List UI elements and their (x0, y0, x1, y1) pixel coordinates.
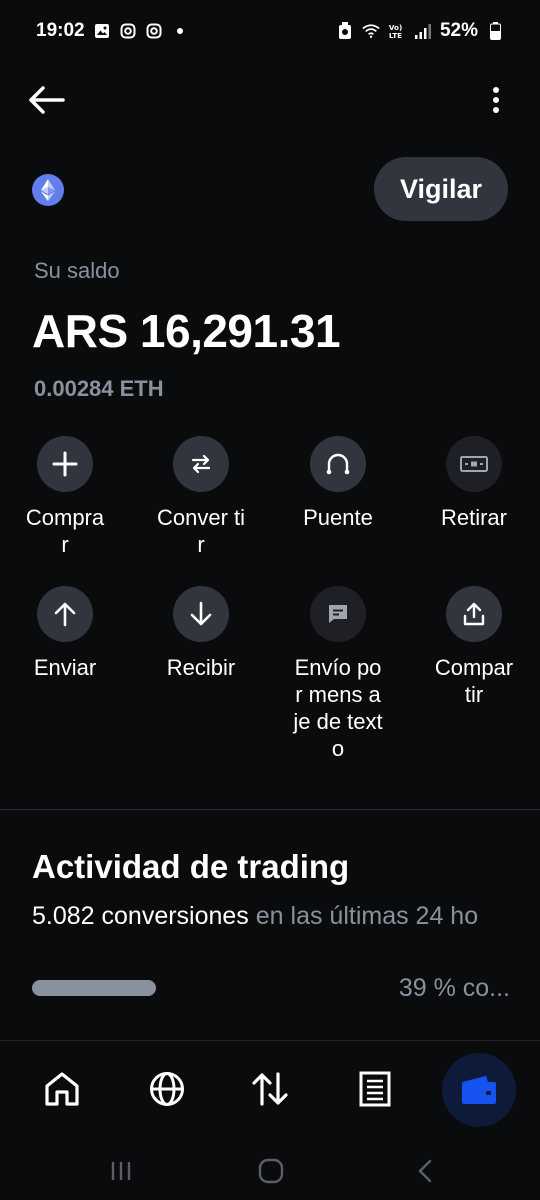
balance-crypto: 0.00284 ETH (34, 376, 164, 401)
home-system-button[interactable] (256, 1156, 286, 1186)
nav-wallet[interactable] (442, 1053, 516, 1127)
share-button[interactable] (446, 586, 502, 642)
trading-conversions-count: 5.082 conversiones (32, 902, 249, 930)
status-time: 19:02 (36, 20, 85, 41)
plus-icon (52, 451, 78, 477)
more-options-button[interactable] (480, 78, 512, 122)
wifi-icon (362, 22, 380, 40)
top-bar (0, 70, 540, 130)
back-button[interactable] (22, 76, 70, 124)
share-icon (463, 602, 485, 626)
withdraw-action[interactable]: Retirar (406, 436, 540, 531)
receive-label: Recibir (166, 655, 236, 680)
send-action[interactable]: Enviar (0, 586, 133, 681)
nav-activity[interactable] (345, 1059, 405, 1119)
withdraw-label: Retirar (440, 505, 507, 530)
message-icon (329, 605, 347, 623)
chevron-left-icon (418, 1159, 432, 1183)
sms-send-action[interactable]: Envío por mens aje de texto (270, 586, 406, 762)
convert-icon (191, 454, 211, 474)
bridge-button[interactable] (310, 436, 366, 492)
nav-trade[interactable] (240, 1059, 300, 1119)
battery-percent: 52% (439, 20, 478, 41)
bridge-label: Puente (303, 505, 373, 530)
bridge-icon (326, 453, 350, 475)
sms-send-label: Envío por mens aje de texto (293, 655, 383, 761)
recent-apps-button[interactable] (106, 1156, 136, 1186)
status-right: Vo) LTE 52% (336, 20, 504, 42)
withdraw-button[interactable] (446, 436, 502, 492)
recent-apps-icon (111, 1162, 131, 1180)
buy-action[interactable]: Compra r (0, 436, 133, 558)
convert-button[interactable] (173, 436, 229, 492)
share-label: Compar tir (434, 655, 514, 707)
globe-icon (150, 1072, 184, 1106)
arrow-left-icon (29, 86, 65, 114)
balance-label: Su saldo (34, 258, 120, 283)
share-action[interactable]: Compar tir (406, 586, 540, 708)
home-circle-icon (258, 1158, 284, 1184)
battery-icon (486, 22, 504, 40)
volte-icon: Vo) LTE (388, 22, 406, 40)
balance-value: ARS 16,291.31 (32, 305, 341, 357)
trading-period: en las últimas 24 ho (248, 902, 479, 930)
image-icon (93, 22, 111, 40)
cash-icon (460, 456, 488, 472)
convert-action[interactable]: Conver tir (133, 436, 269, 558)
trading-progress-bar (32, 980, 156, 996)
send-label: Enviar (33, 655, 97, 680)
nav-explore[interactable] (137, 1059, 197, 1119)
sms-send-button[interactable] (310, 586, 366, 642)
instagram-icon (145, 22, 163, 40)
arrow-down-icon (190, 601, 212, 626)
document-icon (359, 1071, 391, 1107)
more-vertical-icon (493, 87, 499, 113)
trading-progress-label: 39 % co... (398, 974, 510, 1002)
status-left: 19:02 (36, 20, 183, 42)
instagram-icon (119, 22, 137, 40)
arrow-up-icon (54, 602, 76, 627)
bridge-action[interactable]: Puente (270, 436, 406, 531)
bottom-nav (0, 1040, 540, 1140)
notification-dot (176, 28, 183, 34)
receive-button[interactable] (173, 586, 229, 642)
nfc-icon (336, 22, 354, 40)
section-divider (0, 809, 540, 810)
watch-button[interactable]: Vigilar (374, 157, 508, 221)
trading-activity-title: Actividad de trading (32, 848, 350, 885)
status-bar: 19:02 Vo) LTE 52% (0, 0, 540, 62)
trading-activity-subtitle: 5.082 conversiones en las últimas 24 ho (32, 902, 540, 931)
buy-button[interactable] (37, 436, 93, 492)
swap-vertical-icon (252, 1072, 288, 1106)
svg-text:LTE: LTE (389, 31, 402, 40)
ethereum-icon (32, 174, 64, 206)
buy-label: Compra r (25, 505, 105, 557)
home-icon (45, 1072, 79, 1106)
wallet-icon (462, 1076, 496, 1104)
nav-home[interactable] (32, 1059, 92, 1119)
system-back-button[interactable] (410, 1156, 440, 1186)
send-button[interactable] (37, 586, 93, 642)
signal-icon (414, 22, 432, 40)
system-nav-bar (0, 1140, 540, 1200)
convert-label: Conver tir (156, 505, 246, 557)
receive-action[interactable]: Recibir (133, 586, 269, 681)
